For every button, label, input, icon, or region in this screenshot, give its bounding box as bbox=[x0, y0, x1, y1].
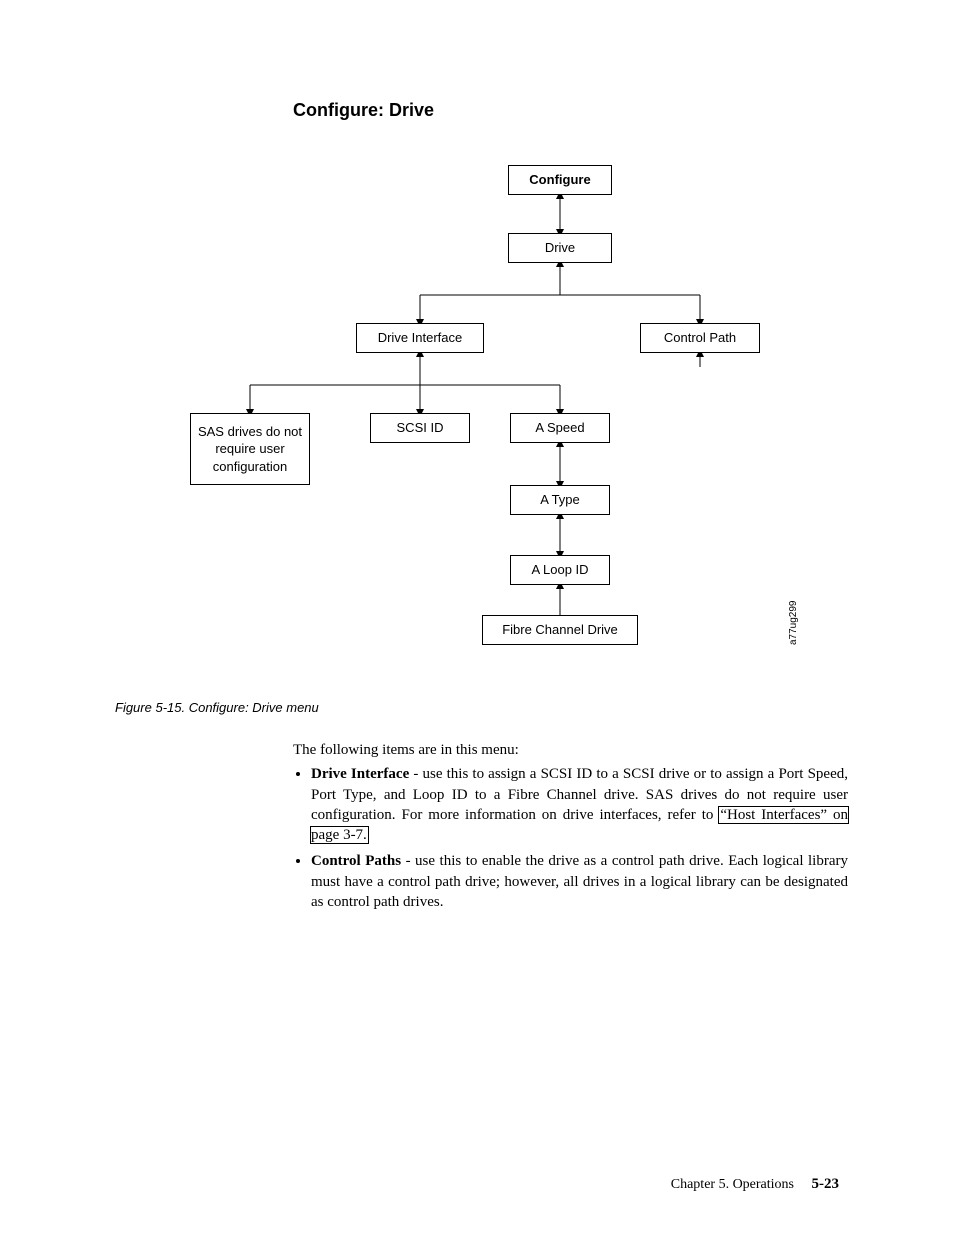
section-heading: Configure: Drive bbox=[293, 100, 434, 121]
figure-caption: Figure 5-15. Configure: Drive menu bbox=[115, 700, 319, 715]
node-control-path: Control Path bbox=[640, 323, 760, 353]
node-configure: Configure bbox=[508, 165, 612, 195]
item-label-drive-interface: Drive Interface bbox=[311, 766, 409, 782]
page-footer: Chapter 5. Operations 5-23 bbox=[671, 1176, 839, 1193]
list-item: Control Paths - use this to enable the d… bbox=[311, 851, 848, 912]
item-label-control-paths: Control Paths bbox=[311, 853, 401, 869]
node-drive-interface: Drive Interface bbox=[356, 323, 484, 353]
body-text: The following items are in this menu: Dr… bbox=[293, 740, 848, 918]
diagram-code-label: a77ug299 bbox=[788, 601, 799, 646]
intro-line: The following items are in this menu: bbox=[293, 740, 848, 760]
node-a-loop-id: A Loop ID bbox=[510, 555, 610, 585]
footer-page-number: 5-23 bbox=[812, 1176, 840, 1192]
footer-chapter: Chapter 5. Operations bbox=[671, 1177, 794, 1192]
configure-drive-diagram: Configure Drive Drive Interface Control … bbox=[120, 155, 810, 675]
node-fibre-channel-drive: Fibre Channel Drive bbox=[482, 615, 638, 645]
node-sas-note: SAS drives do not require user configura… bbox=[190, 413, 310, 485]
node-drive: Drive bbox=[508, 233, 612, 263]
node-scsi-id: SCSI ID bbox=[370, 413, 470, 443]
node-a-type: A Type bbox=[510, 485, 610, 515]
list-item: Drive Interface - use this to assign a S… bbox=[311, 764, 848, 845]
node-a-speed: A Speed bbox=[510, 413, 610, 443]
